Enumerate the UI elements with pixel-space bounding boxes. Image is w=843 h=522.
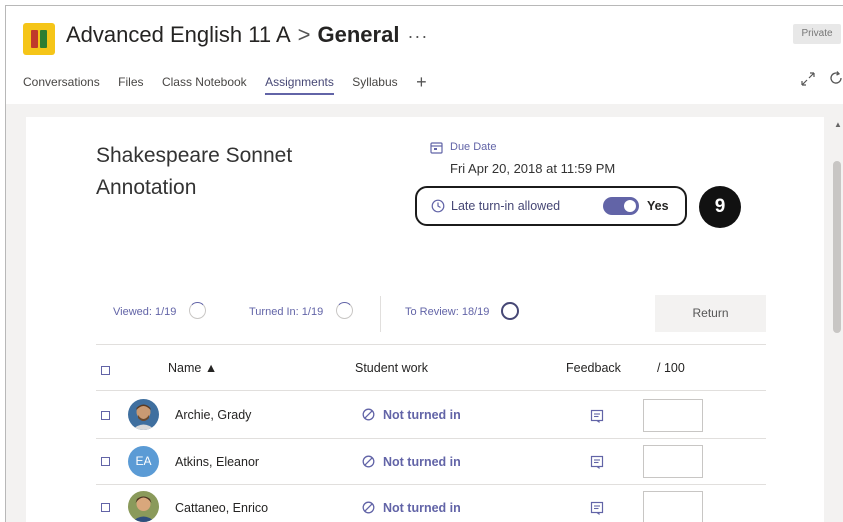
team-book-icon[interactable] — [23, 23, 55, 55]
toggle-knob — [624, 200, 636, 212]
not-turned-in-icon — [362, 408, 375, 421]
row-divider — [96, 438, 766, 439]
status-label: Not turned in — [383, 455, 461, 469]
more-options-icon[interactable]: ··· — [407, 26, 428, 46]
student-name: Cattaneo, Enrico — [175, 501, 269, 515]
tab-conversations[interactable]: Conversations — [23, 75, 100, 93]
stats-divider — [380, 296, 381, 332]
to-review-count: To Review: 18/19 — [405, 306, 490, 318]
viewed-progress-ring — [189, 302, 206, 319]
tab-files[interactable]: Files — [118, 75, 143, 93]
team-name: Advanced English 11 A — [66, 22, 291, 47]
viewed-count: Viewed: 1/19 — [113, 306, 177, 318]
select-all-checkbox[interactable] — [101, 366, 110, 375]
student-work-column-header: Student work — [355, 361, 428, 375]
expand-icon[interactable] — [801, 72, 815, 86]
due-date-label: Due Date — [450, 141, 497, 153]
grade-input[interactable] — [643, 399, 703, 432]
refresh-icon[interactable] — [828, 70, 843, 86]
student-work-status[interactable]: Not turned in — [362, 501, 461, 515]
student-name: Atkins, Eleanor — [175, 455, 260, 469]
status-label: Not turned in — [383, 408, 461, 422]
not-turned-in-icon — [362, 455, 375, 468]
row-checkbox[interactable] — [101, 457, 110, 466]
assignment-title: Shakespeare Sonnet Annotation — [96, 144, 293, 199]
tab-syllabus[interactable]: Syllabus — [352, 75, 397, 93]
table-header-divider — [96, 390, 766, 391]
row-divider — [96, 484, 766, 485]
late-turn-in-value: Yes — [647, 199, 669, 213]
grade-input[interactable] — [643, 445, 703, 478]
teams-window: Advanced English 11 A > General ··· Private… — [5, 5, 843, 522]
points-column-header: / 100 — [657, 361, 685, 375]
feedback-icon[interactable] — [590, 455, 604, 469]
return-button[interactable]: Return — [655, 295, 766, 332]
add-tab-icon[interactable]: + — [416, 72, 427, 97]
scrollbar[interactable]: ▲ — [830, 117, 843, 522]
due-date-value: Fri Apr 20, 2018 at 11:59 PM — [450, 161, 616, 176]
feedback-column-header: Feedback — [566, 361, 621, 375]
row-checkbox[interactable] — [101, 503, 110, 512]
breadcrumb-separator: > — [297, 22, 311, 47]
to-review-progress-ring — [501, 302, 519, 320]
tab-class-notebook[interactable]: Class Notebook — [162, 75, 247, 93]
student-work-status[interactable]: Not turned in — [362, 455, 461, 469]
turned-in-progress-ring — [336, 302, 353, 319]
status-label: Not turned in — [383, 501, 461, 515]
not-turned-in-icon — [362, 501, 375, 514]
table-top-divider — [96, 344, 766, 345]
row-checkbox[interactable] — [101, 411, 110, 420]
tab-bar: Conversations Files Class Notebook Assig… — [23, 70, 441, 97]
turned-in-count: Turned In: 1/19 — [249, 306, 324, 318]
scroll-up-arrow-icon[interactable]: ▲ — [834, 120, 842, 129]
feedback-icon[interactable] — [590, 409, 604, 423]
channel-title: Advanced English 11 A > General ··· — [66, 22, 428, 48]
feedback-icon[interactable] — [590, 501, 604, 515]
private-badge: Private — [793, 24, 841, 44]
late-turn-in-label: Late turn-in allowed — [451, 199, 561, 213]
tab-assignments[interactable]: Assignments — [265, 75, 334, 95]
student-name: Archie, Grady — [175, 408, 252, 422]
late-turn-in-toggle[interactable] — [603, 197, 639, 215]
step-number-badge: 9 — [699, 186, 741, 228]
scroll-thumb[interactable] — [833, 161, 841, 333]
grade-input[interactable] — [643, 491, 703, 522]
avatar: EA — [128, 446, 159, 477]
channel-name: General — [317, 22, 400, 47]
avatar — [128, 399, 159, 430]
student-work-status[interactable]: Not turned in — [362, 408, 461, 422]
calendar-icon — [430, 142, 443, 154]
late-turn-in-setting: Late turn-in allowed Yes — [415, 186, 687, 226]
clock-icon — [431, 199, 445, 213]
avatar — [128, 491, 159, 522]
name-column-header[interactable]: Name ▲ — [168, 361, 217, 375]
